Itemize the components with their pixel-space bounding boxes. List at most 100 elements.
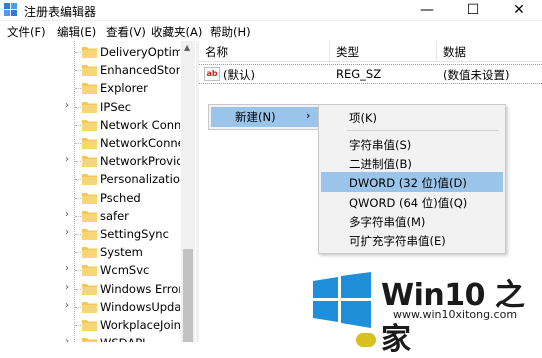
tree-item-label: SettingSync [100,227,169,241]
menu-help[interactable]: 帮助(H) [210,24,251,40]
window-title: 注册表编辑器 [24,5,97,19]
submenu-item-dword-value[interactable]: DWORD (32 位)值(D) [321,172,503,192]
folder-icon [82,210,97,222]
tree-guide-line [75,143,81,144]
tree-item[interactable]: › SettingSync [0,225,185,243]
chevron-right-icon: › [306,109,311,122]
tree-item[interactable]: › IPSec [0,98,185,116]
submenu-item-qword-value[interactable]: QWORD (64 位)值(Q) [321,192,503,212]
header-divider [199,61,542,62]
tree-guide-line [75,106,81,108]
title-bar: 注册表编辑器 — ☐ ✕ [0,0,542,21]
tree-guide-line [75,124,81,126]
tree-guide-line [75,325,81,326]
tree-item[interactable]: DeliveryOptimiz [0,43,185,61]
submenu-item-label: DWORD (32 位)值(D) [349,176,467,190]
chevron-right-icon[interactable]: › [65,336,69,342]
tree-item-label: IPSec [100,99,132,114]
chevron-right-icon[interactable]: › [65,227,69,238]
value-type: REG_SZ [336,67,382,81]
folder-icon [82,320,97,331]
tree-item[interactable]: › WcmSvc [0,261,185,279]
submenu-item-expandable-string-value[interactable]: 可扩充字符串值(E) [321,230,503,250]
submenu-item-binary-value[interactable]: 二进制值(B) [321,153,503,173]
tree-guide-line [75,179,81,181]
tree-item[interactable]: Explorer [0,79,185,97]
column-header-data[interactable]: 数据 [437,41,542,61]
tree-item[interactable]: Personalization [0,170,185,188]
tree-item[interactable]: › WindowsUpdat [0,298,185,316]
registry-tree[interactable]: DeliveryOptimiz EnhancedStorag Explorer › IP… [0,41,195,342]
tree-item-label: Windows Error [100,281,180,296]
string-value-icon: ab [204,67,220,81]
tree-item-label: Network Conne [100,117,180,132]
tree-item-label: WcmSvc [100,263,150,278]
tree-item[interactable]: › Windows Error [0,280,185,298]
tree-item-label: safer [100,208,129,223]
folder-icon [82,229,97,240]
chevron-right-icon[interactable]: › [65,100,69,111]
tree-guide-line [75,52,81,53]
menu-bar: 文件(F) 编辑(E) 查看(V) 收藏夹(A) 帮助(H) [0,21,542,41]
new-submenu: 项(K) 字符串值(S) 二进制值(B) DWORD (32 位)值(D) QW… [318,104,506,254]
folder-icon [82,338,97,342]
tree-item[interactable]: › WSDAPI [0,334,185,342]
minimize-icon: — [420,2,434,18]
tree-item-label: EnhancedStorag [100,63,180,78]
tree-item[interactable]: NetworkConne [0,134,185,152]
submenu-item-label: 项(K) [349,111,378,125]
value-name: (默认) [223,68,255,82]
tree-item[interactable]: WorkplaceJoin [0,316,185,334]
tree-item[interactable]: Psched [0,189,185,207]
menu-favorites[interactable]: 收藏夹(A) [151,24,202,40]
scroll-thumb[interactable] [183,249,193,342]
submenu-item-string-value[interactable]: 字符串值(S) [321,134,503,154]
folder-icon [82,265,97,277]
tree-guide-line [75,197,81,199]
folder-icon [82,119,97,131]
chevron-right-icon[interactable]: › [65,154,69,165]
tree-guide-line [75,88,81,90]
close-button[interactable]: ✕ [496,0,542,20]
tree-item[interactable]: › safer [0,207,185,225]
menu-file[interactable]: 文件(F) [7,24,46,40]
value-row-default[interactable]: ab (默认) REG_SZ (数值未设置) [199,64,542,84]
tree-guide-line [75,288,81,290]
chevron-right-icon[interactable]: › [65,209,69,220]
tree-guide-line [75,161,81,163]
tree-item[interactable]: › NetworkProvide [0,152,185,170]
maximize-button[interactable]: ☐ [450,0,496,20]
tree-item-label: Personalization [100,172,180,187]
context-menu: 新建(N) › [208,104,324,130]
tree-guide-line [75,215,81,217]
menu-view[interactable]: 查看(V) [106,24,146,40]
tree-item[interactable]: EnhancedStorag [0,61,185,79]
menu-edit[interactable]: 编辑(E) [57,24,96,40]
column-header-type[interactable]: 类型 [330,41,437,61]
scroll-up-icon[interactable]: ▲ [184,43,190,52]
submenu-item-label: 可扩充字符串值(E) [349,234,446,248]
submenu-item-multi-string-value[interactable]: 多字符串值(M) [321,211,503,231]
submenu-item-label: QWORD (64 位)值(Q) [349,196,468,210]
folder-icon [82,47,97,58]
tree-item[interactable]: Network Conne [0,116,185,134]
folder-icon [82,101,97,113]
tree-item-label: DeliveryOptimiz [100,45,180,59]
chevron-right-icon[interactable]: › [65,300,69,311]
folder-icon [82,174,97,186]
column-header-name[interactable]: 名称 [199,41,330,61]
tree-item-label: NetworkConne [100,136,180,150]
folder-icon [82,156,97,168]
tree-scrollbar[interactable]: ▲ [181,41,195,342]
maximize-icon: ☐ [466,2,480,18]
windows-logo-icon [313,272,371,328]
submenu-item-key[interactable]: 项(K) [321,107,503,127]
minimize-button[interactable]: — [404,0,450,20]
chevron-right-icon[interactable]: › [65,282,69,293]
submenu-item-label: 多字符串值(M) [349,215,426,229]
chevron-right-icon[interactable]: › [65,263,69,274]
tree-item[interactable]: System [0,243,185,261]
tree-guide-line [75,270,81,272]
folder-icon [82,65,97,77]
tree-item-label: NetworkProvide [100,154,180,169]
